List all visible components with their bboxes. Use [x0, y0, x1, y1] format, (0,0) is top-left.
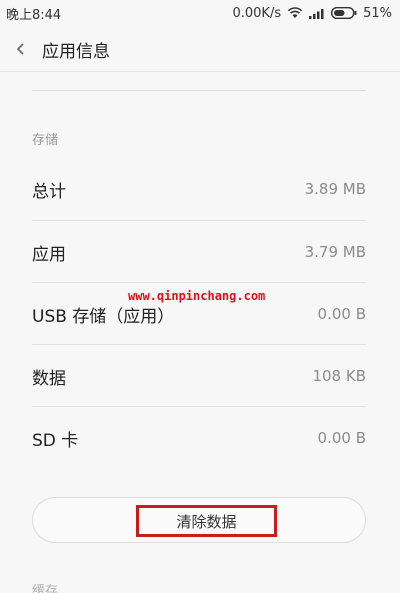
status-bar: 晚上8:44 0.00K/s 51%: [0, 0, 400, 26]
row-label: 数据: [32, 368, 66, 389]
page-title: 应用信息: [42, 41, 110, 62]
battery-percent: 51%: [363, 5, 392, 21]
chevron-left-icon[interactable]: [14, 42, 28, 56]
section-label-storage: 存储: [32, 133, 59, 148]
row-value: 0.00 B: [317, 429, 366, 447]
clear-data-label: 清除数据: [176, 512, 237, 531]
signal-icon: [309, 8, 324, 19]
appbar-divider: [0, 71, 400, 72]
row-value: 3.89 MB: [304, 180, 366, 198]
row-label: SD 卡: [32, 430, 79, 451]
section-divider: [32, 90, 366, 91]
status-time: 晚上8:44: [6, 7, 62, 23]
status-right: 0.00K/s 51%: [232, 6, 392, 21]
clear-data-button[interactable]: 清除数据: [32, 497, 366, 543]
row-label: USB 存储（应用）: [32, 306, 175, 327]
row-value: 0.00 B: [317, 305, 366, 323]
row-value: 3.79 MB: [304, 243, 366, 261]
clear-data-highlight: 清除数据: [136, 505, 277, 537]
section-label-cache: 缓存: [32, 584, 59, 593]
storage-row-total: 总计 3.89 MB: [32, 158, 366, 220]
network-speed: 0.00K/s: [232, 5, 282, 21]
battery-icon: [331, 7, 357, 19]
row-value: 108 KB: [312, 367, 366, 385]
storage-row-data: 数据 108 KB: [32, 345, 366, 407]
storage-row-sd: SD 卡 0.00 B: [32, 407, 366, 469]
watermark-text: www.qinpinchang.com: [128, 289, 266, 303]
storage-row-app: 应用 3.79 MB: [32, 221, 366, 283]
row-label: 总计: [32, 181, 66, 202]
app-bar: 应用信息: [0, 26, 400, 72]
row-label: 应用: [32, 244, 66, 265]
wifi-icon: [287, 7, 303, 18]
